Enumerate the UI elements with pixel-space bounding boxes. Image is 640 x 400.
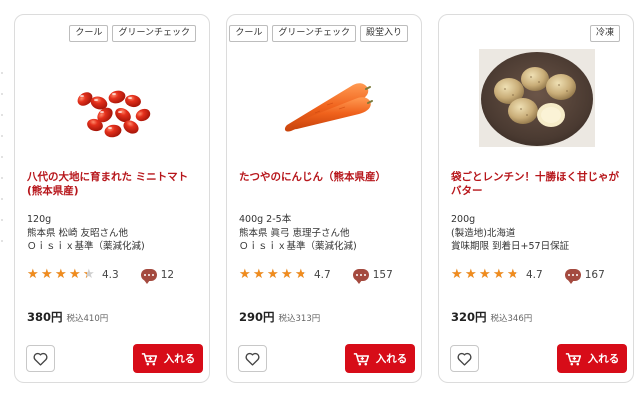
cart-icon (353, 352, 369, 365)
price-tax: 税込313円 (278, 314, 321, 324)
badge-list: クール グリーンチェック (69, 25, 196, 42)
product-info: 400g 2-5本 熊本県 眞弓 恵理子さん他 Ｏｉｓｉｘ基準（薬減化減) (239, 213, 419, 254)
product-weight: 120g (27, 214, 52, 225)
star-icon: ★★ (69, 267, 81, 282)
product-producer: 熊本県 松崎 友昭さん他 (27, 227, 129, 239)
heart-icon (457, 352, 472, 366)
add-to-cart-button[interactable]: 入れる (557, 344, 627, 373)
price-main: 380円 (27, 310, 63, 324)
product-title[interactable]: 八代の大地に育まれた ミニトマト(熊本県産) (27, 170, 203, 198)
badge-list: 冷凍 (589, 25, 620, 42)
rating-score: 4.7 (314, 269, 331, 281)
star-icon: ★★ (55, 267, 67, 282)
cart-icon (141, 352, 157, 365)
add-to-cart-button[interactable]: 入れる (345, 344, 415, 373)
rating: ★★★★★★★★★★ 4.7 157 (239, 267, 393, 284)
star-icon: ★★ (479, 267, 491, 282)
product-standard: Ｏｉｓｉｘ基準（薬減化減) (27, 241, 145, 252)
add-to-cart-label: 入れる (163, 353, 196, 365)
heart-icon (245, 352, 260, 366)
comment-count[interactable]: 167 (585, 269, 605, 281)
star-icon: ★★ (507, 267, 519, 282)
star-icon: ★★ (239, 267, 251, 282)
star-icon: ★★ (41, 267, 53, 282)
product-weight: 400g 2-5本 (239, 214, 292, 225)
badge-list: クール グリーンチェック 殿堂入り (229, 25, 408, 42)
star-icon: ★★ (267, 267, 279, 282)
price-tax: 税込410円 (66, 314, 109, 324)
rating: ★★★★★★★★★★ 4.3 12 (27, 267, 174, 284)
star-rating: ★★★★★★★★★★ (27, 268, 97, 282)
badge: クール (69, 25, 109, 42)
price-tax: 税込346円 (490, 314, 533, 324)
product-card[interactable]: 冷凍 袋ごとレンチン！十勝ほく甘じゃがバター 200g (製造地)北海道 賞味期… (438, 14, 634, 383)
product-card[interactable]: クール グリーンチェック 八代の大地に育まれた ミニトマト(熊本県産) 120g… (14, 14, 210, 383)
product-expiry: 賞味期限 到着日+57日保証 (451, 241, 570, 252)
comment-count[interactable]: 157 (373, 269, 393, 281)
comment-icon[interactable] (564, 269, 581, 284)
badge: 冷凍 (589, 25, 620, 42)
price: 290円 税込313円 (239, 306, 320, 325)
comment-icon[interactable] (352, 269, 369, 284)
product-title[interactable]: 袋ごとレンチン！十勝ほく甘じゃがバター (451, 170, 627, 198)
product-info: 120g 熊本県 松崎 友昭さん他 Ｏｉｓｉｘ基準（薬減化減) (27, 213, 207, 254)
potatoes-plate-image[interactable] (479, 49, 595, 147)
star-icon: ★★ (465, 267, 477, 282)
favorite-button[interactable] (450, 345, 479, 372)
comment-count[interactable]: 12 (161, 269, 174, 281)
add-to-cart-button[interactable]: 入れる (133, 344, 203, 373)
star-icon: ★★ (253, 267, 265, 282)
heart-icon (33, 352, 48, 366)
price-main: 290円 (239, 310, 275, 324)
comment-icon[interactable] (140, 269, 157, 284)
price: 320円 税込346円 (451, 306, 532, 325)
carrots-image[interactable] (267, 49, 383, 147)
cherry-tomatoes-image[interactable] (55, 49, 171, 147)
star-icon: ★★ (281, 267, 293, 282)
product-weight: 200g (451, 214, 476, 225)
rating-score: 4.3 (102, 269, 119, 281)
badge: グリーンチェック (272, 25, 356, 42)
product-info: 200g (製造地)北海道 賞味期限 到着日+57日保証 (451, 213, 631, 254)
star-icon: ★★ (83, 267, 95, 282)
product-standard: Ｏｉｓｉｘ基準（薬減化減) (239, 241, 357, 252)
price: 380円 税込410円 (27, 306, 108, 325)
badge: グリーンチェック (112, 25, 196, 42)
product-origin: (製造地)北海道 (451, 227, 516, 239)
product-card[interactable]: クール グリーンチェック 殿堂入り たつやのにんじん（熊本県産） 400g 2-… (226, 14, 422, 383)
badge: 殿堂入り (359, 25, 408, 42)
rating: ★★★★★★★★★★ 4.7 167 (451, 267, 605, 284)
favorite-button[interactable] (26, 345, 55, 372)
add-to-cart-label: 入れる (375, 353, 408, 365)
price-main: 320円 (451, 310, 487, 324)
star-rating: ★★★★★★★★★★ (239, 268, 309, 282)
star-icon: ★★ (493, 267, 505, 282)
cart-icon (565, 352, 581, 365)
badge: クール (229, 25, 269, 42)
favorite-button[interactable] (238, 345, 267, 372)
star-icon: ★★ (27, 267, 39, 282)
product-title[interactable]: たつやのにんじん（熊本県産） (239, 170, 415, 184)
star-icon: ★★ (451, 267, 463, 282)
product-producer: 熊本県 眞弓 恵理子さん他 (239, 227, 350, 239)
add-to-cart-label: 入れる (587, 353, 620, 365)
star-icon: ★★ (295, 267, 307, 282)
rating-score: 4.7 (526, 269, 543, 281)
star-rating: ★★★★★★★★★★ (451, 268, 521, 282)
